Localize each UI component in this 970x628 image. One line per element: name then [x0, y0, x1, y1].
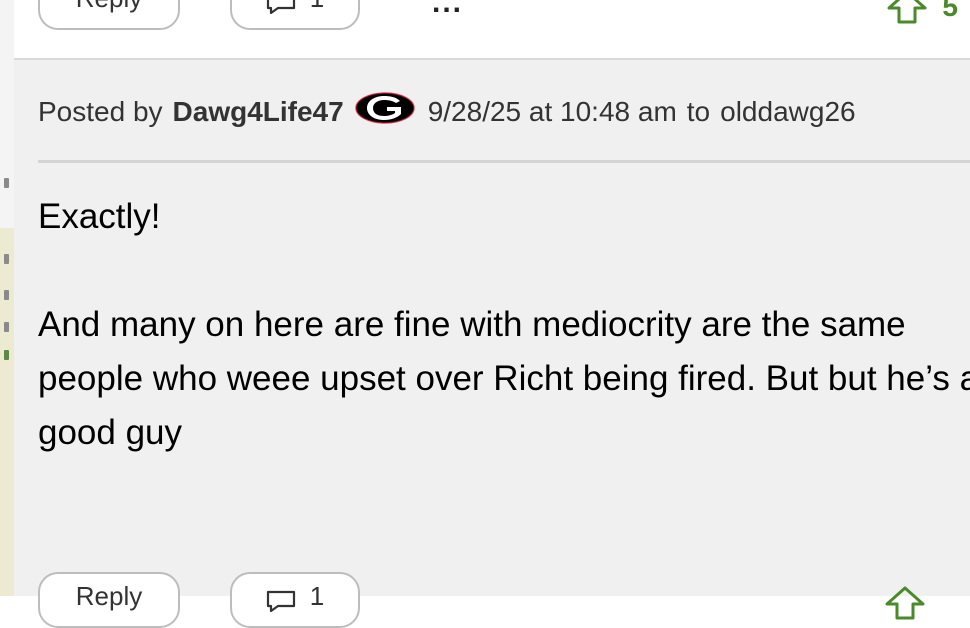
- reply-to-user-link[interactable]: olddawg26: [720, 96, 855, 128]
- reply-button[interactable]: Reply: [38, 0, 180, 30]
- reply-to-label: to: [686, 96, 711, 127]
- comment-count: 1: [309, 581, 325, 611]
- reply-button-label: Reply: [76, 0, 142, 14]
- upvote-arrow-icon[interactable]: [884, 586, 926, 620]
- gutter-mark: [4, 178, 9, 188]
- reply-button[interactable]: Reply: [38, 572, 180, 628]
- gutter-mark: [4, 322, 9, 332]
- gutter-mark: [4, 254, 9, 264]
- author-link[interactable]: Dawg4Life47: [173, 96, 344, 128]
- comment-bubble-icon: [266, 0, 295, 14]
- forum-post: Posted by Dawg4Life47 9/28/25 at 10:48 a…: [14, 60, 970, 628]
- gutter-mark: [4, 350, 9, 360]
- post-header: Posted by Dawg4Life47 9/28/25 at 10:48 a…: [38, 88, 970, 136]
- posted-by-label: Posted by: [38, 96, 163, 127]
- comments-button[interactable]: 1: [230, 0, 360, 30]
- post-text-line: And many on here are fine with mediocrit…: [38, 305, 906, 344]
- upvote-arrow-icon[interactable]: [886, 0, 928, 24]
- upvote-control[interactable]: 5: [886, 0, 958, 24]
- georgia-g-logo-icon: [354, 92, 415, 124]
- header-divider: [38, 160, 970, 163]
- reply-button-label: Reply: [75, 581, 143, 611]
- gutter-mark: [4, 290, 9, 300]
- post-text-line: Exactly!: [38, 197, 161, 236]
- post-text-line: people who weee upset over Richt being f…: [38, 359, 970, 398]
- left-gutter-ad-edge: [0, 228, 14, 596]
- previous-post-toolbar: Reply 1 ... 5: [14, 0, 970, 60]
- comment-bubble-icon: [266, 590, 295, 612]
- post-body: Exactly! And many on here are fine with …: [38, 190, 970, 460]
- upvote-count: 5: [942, 0, 958, 22]
- post-text-line: good guy: [38, 413, 183, 452]
- more-options-button[interactable]: ...: [432, 0, 463, 20]
- comment-count: 1: [310, 0, 324, 14]
- comments-button[interactable]: 1: [230, 572, 360, 628]
- post-timestamp: 9/28/25 at 10:48 am: [427, 96, 677, 127]
